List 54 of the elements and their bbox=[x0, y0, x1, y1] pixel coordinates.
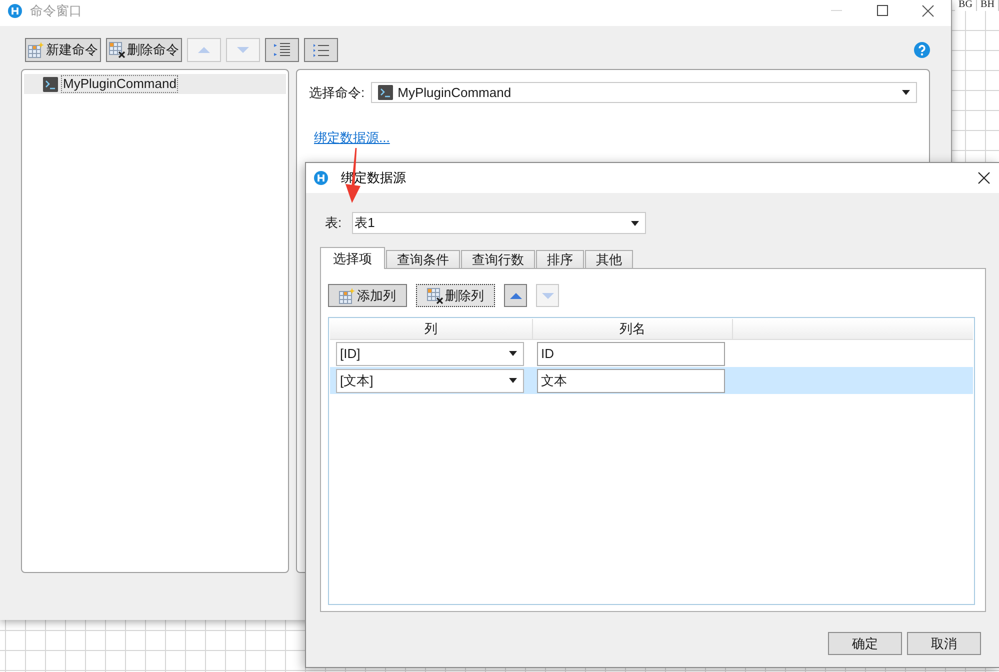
list-button[interactable] bbox=[304, 38, 338, 62]
terminal-icon bbox=[378, 85, 393, 100]
add-column-button[interactable]: 添加列 bbox=[328, 284, 407, 307]
bullet-list-icon bbox=[313, 42, 329, 58]
column-header: 列名 bbox=[533, 319, 733, 339]
minimize-icon bbox=[830, 10, 842, 11]
caret-icon bbox=[509, 351, 517, 356]
logo-icon bbox=[314, 171, 328, 185]
grid-row[interactable]: [ID] ID bbox=[330, 340, 973, 367]
help-icon[interactable] bbox=[914, 42, 930, 58]
tab[interactable]: 选择项 bbox=[320, 247, 385, 269]
triangle-up-icon bbox=[510, 292, 522, 298]
bind-data-source-link[interactable]: 绑定数据源... bbox=[314, 129, 390, 147]
column-dropdown[interactable]: [文本] bbox=[336, 368, 524, 392]
triangle-down-icon bbox=[237, 47, 249, 53]
tab[interactable]: 其他 bbox=[585, 250, 633, 268]
field-label: 表: bbox=[325, 214, 342, 232]
column-header: BG bbox=[955, 0, 977, 11]
cancel-button[interactable]: 取消 bbox=[907, 632, 981, 655]
move-up-button[interactable] bbox=[504, 284, 527, 307]
column-dropdown[interactable]: [ID] bbox=[336, 342, 524, 366]
close-icon bbox=[978, 172, 990, 184]
table-cross-icon bbox=[109, 42, 125, 58]
indent-button[interactable] bbox=[265, 38, 299, 62]
logo-icon bbox=[8, 4, 22, 18]
new-command-button[interactable]: 新建命令 bbox=[25, 38, 101, 62]
grid-row[interactable]: [文本] 文本 bbox=[330, 367, 973, 394]
table-dropdown[interactable]: 表1 bbox=[352, 212, 646, 234]
triangle-down-icon bbox=[542, 292, 554, 298]
delete-column-button[interactable]: 删除列 bbox=[416, 284, 495, 307]
terminal-icon bbox=[43, 76, 58, 92]
table-sparkle-icon bbox=[339, 288, 355, 304]
field-label: 选择命令: bbox=[309, 84, 365, 102]
close-icon bbox=[922, 5, 934, 17]
table-cross-icon bbox=[427, 288, 443, 304]
tab[interactable]: 查询条件 bbox=[386, 250, 460, 268]
command-dropdown[interactable]: MyPluginCommand bbox=[370, 82, 917, 103]
triangle-up-icon bbox=[198, 47, 210, 53]
column-name-field[interactable]: 文本 bbox=[537, 368, 725, 392]
window-title: 命令窗口 bbox=[30, 2, 82, 20]
table-sparkle-icon bbox=[28, 42, 44, 58]
tab[interactable]: 查询行数 bbox=[461, 250, 535, 268]
tab[interactable]: 排序 bbox=[536, 250, 584, 268]
maximize-icon bbox=[876, 5, 888, 16]
caret-icon bbox=[509, 378, 517, 383]
caret-icon bbox=[902, 90, 910, 95]
delete-command-button[interactable]: 删除命令 bbox=[106, 38, 182, 62]
caret-icon bbox=[630, 220, 639, 226]
column-header: 列 bbox=[330, 319, 533, 339]
indent-lines-icon bbox=[274, 42, 290, 58]
column-name-field[interactable]: ID bbox=[537, 342, 725, 366]
column-header: BH bbox=[977, 0, 999, 11]
tree-item[interactable]: MyPluginCommand bbox=[24, 74, 286, 94]
ok-button[interactable]: 确定 bbox=[828, 632, 902, 655]
